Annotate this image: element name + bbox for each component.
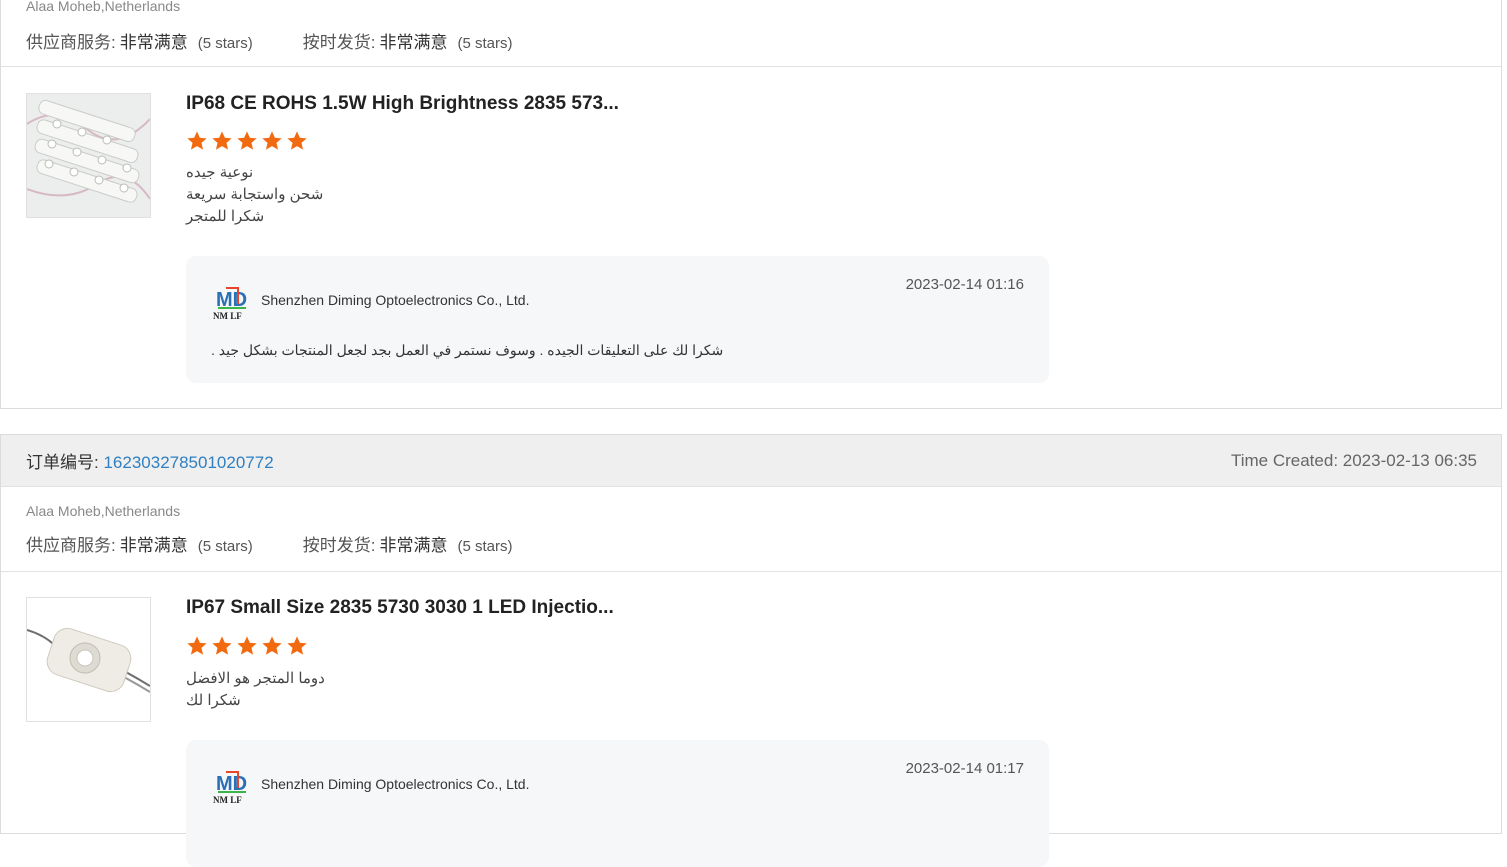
ontime-delivery-stars: (5 stars): [457, 538, 513, 555]
logo-sub: NM LF: [213, 311, 242, 321]
review-stars: [186, 130, 311, 152]
star-icon: [286, 130, 308, 152]
supplier-service-stars: (5 stars): [197, 35, 253, 52]
order-number-link[interactable]: 162303278501020772: [103, 453, 273, 472]
review-stars: [186, 635, 311, 657]
review-line: شكرا للمتجر: [186, 208, 265, 225]
led-module-strip-image: [27, 94, 150, 217]
ontime-delivery-label: 按时发货:: [302, 33, 376, 52]
ontime-delivery-value: 非常满意: [379, 536, 448, 555]
supplier-service-rating: 供应商服务: 非常满意 (5 stars): [26, 531, 253, 556]
single-led-module-image: [27, 598, 150, 721]
supplier-ratings: 供应商服务: 非常满意 (5 stars) 按时发货: 非常满意 (5 star…: [26, 28, 563, 53]
star-icon: [186, 635, 208, 657]
star-icon: [261, 130, 283, 152]
buyer-name: Alaa Moheb,Netherlands: [26, 503, 181, 519]
supplier-service-value: 非常满意: [119, 536, 188, 555]
reply-company-name: Shenzhen Diming Optoelectronics Co., Ltd…: [261, 776, 530, 792]
product-thumbnail[interactable]: [26, 93, 151, 218]
supplier-reply: MD NM LF Shenzhen Diming Optoelectronics…: [186, 256, 1049, 383]
reply-time: 2023-02-14 01:16: [905, 276, 1024, 293]
order-header: 订单编号: 162303278501020772 Time Created: 2…: [1, 435, 1501, 487]
review-text: دوما المتجر هو الافضل شكرا لك: [186, 668, 325, 712]
star-icon: [286, 635, 308, 657]
company-logo: MD NM LF: [212, 282, 252, 322]
order-number-label: 订单编号:: [26, 453, 99, 472]
company-logo: MD NM LF: [212, 766, 252, 806]
star-icon: [236, 130, 258, 152]
ontime-delivery-rating: 按时发货: 非常满意 (5 stars): [303, 531, 513, 556]
supplier-ratings: 供应商服务: 非常满意 (5 stars) 按时发货: 非常满意 (5 star…: [26, 531, 563, 556]
logo-sub: NM LF: [213, 795, 242, 805]
star-icon: [211, 130, 233, 152]
supplier-service-value: 非常满意: [119, 33, 188, 52]
star-icon: [211, 635, 233, 657]
order-card: 订单编号: 162303278501020772 Time Created: 2…: [0, 434, 1502, 867]
review-text: نوعية جيده شحن واستجابة سريعة شكرا للمتج…: [186, 162, 323, 228]
supplier-service-label: 供应商服务:: [26, 536, 116, 555]
ontime-delivery-stars: (5 stars): [457, 35, 513, 52]
buyer-info: Alaa Moheb,Netherlands 供应商服务: 非常满意 (5 st…: [1, 487, 1501, 572]
review-line: شكرا لك: [186, 692, 241, 709]
buyer-name: Alaa Moheb,Netherlands: [26, 0, 181, 14]
buyer-info: Alaa Moheb,Netherlands 供应商服务: 非常满意 (5 st…: [1, 0, 1501, 67]
review-line: دوما المتجر هو الافضل: [186, 670, 325, 687]
order-number-block: 订单编号: 162303278501020772: [26, 448, 274, 473]
product-title-link[interactable]: IP67 Small Size 2835 5730 3030 1 LED Inj…: [186, 597, 614, 619]
star-icon: [186, 130, 208, 152]
product-title-link[interactable]: IP68 CE ROHS 1.5W High Brightness 2835 5…: [186, 93, 619, 115]
product-thumbnail[interactable]: [26, 597, 151, 722]
supplier-service-stars: (5 stars): [197, 538, 253, 555]
order-card: Alaa Moheb,Netherlands 供应商服务: 非常满意 (5 st…: [0, 0, 1502, 409]
reply-company-name: Shenzhen Diming Optoelectronics Co., Ltd…: [261, 292, 530, 308]
review-line: نوعية جيده: [186, 164, 254, 181]
time-created: Time Created: 2023-02-13 06:35: [1230, 450, 1477, 470]
ontime-delivery-label: 按时发货:: [302, 536, 376, 555]
reply-text: شكرا لك على التعليقات الجيده . وسوف نستم…: [211, 342, 724, 358]
ontime-delivery-value: 非常满意: [379, 33, 448, 52]
supplier-reply: MD NM LF Shenzhen Diming Optoelectronics…: [186, 740, 1049, 867]
supplier-service-label: 供应商服务:: [26, 33, 116, 52]
supplier-service-rating: 供应商服务: 非常满意 (5 stars): [26, 28, 253, 53]
star-icon: [236, 635, 258, 657]
ontime-delivery-rating: 按时发货: 非常满意 (5 stars): [303, 28, 513, 53]
review-line: شحن واستجابة سريعة: [186, 186, 324, 203]
reply-time: 2023-02-14 01:17: [905, 760, 1024, 777]
star-icon: [261, 635, 283, 657]
